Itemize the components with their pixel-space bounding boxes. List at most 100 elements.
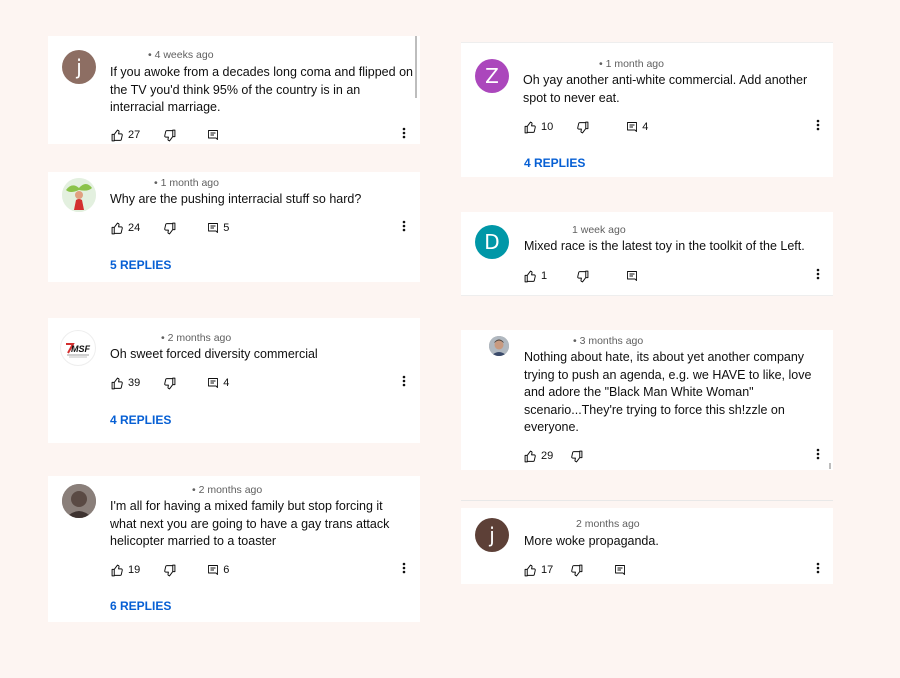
more-options-button[interactable] xyxy=(813,268,823,284)
comment-card: j 2 months ago More woke propaganda. 17 xyxy=(461,508,833,584)
more-vertical-icon xyxy=(816,267,820,285)
dislike-button[interactable] xyxy=(576,270,589,283)
like-count: 29 xyxy=(541,450,554,462)
comment-timestamp: • 2 months ago xyxy=(161,332,232,344)
like-button[interactable]: 1 xyxy=(524,270,547,283)
dislike-button[interactable] xyxy=(163,377,176,390)
reply-comment-icon xyxy=(207,222,219,235)
more-vertical-icon xyxy=(402,219,406,237)
avatar-image xyxy=(62,178,96,212)
reply-count: 4 xyxy=(642,121,649,133)
comment-text-line: Why are the pushing interracial stuff so… xyxy=(110,192,362,206)
like-button[interactable]: 27 xyxy=(111,129,140,142)
like-button[interactable]: 10 xyxy=(524,121,553,134)
avatar[interactable]: D xyxy=(475,225,509,259)
comment-text-line: trying to push an agenda, e.g. we HAVE t… xyxy=(524,367,812,382)
more-options-button[interactable] xyxy=(399,375,409,391)
more-options-button[interactable] xyxy=(813,119,823,135)
dislike-button[interactable] xyxy=(163,129,176,142)
reply-button[interactable] xyxy=(207,129,219,142)
view-replies-link[interactable]: 6 REPLIES xyxy=(110,599,171,613)
comment-timestamp: • 4 weeks ago xyxy=(148,49,214,61)
divider xyxy=(461,500,833,501)
comment-card: j • 4 weeks ago If you awoke from a deca… xyxy=(48,36,420,144)
dislike-button[interactable] xyxy=(570,564,583,577)
dislike-button[interactable] xyxy=(163,222,176,235)
reply-button[interactable]: 4 xyxy=(207,377,229,390)
like-count: 1 xyxy=(541,270,548,282)
comment-text: I'm all for having a mixed family but st… xyxy=(110,498,389,551)
comment-card: • 3 months ago Nothing about hate, its a… xyxy=(461,330,833,470)
comment-text-line: Oh yay another anti-white commercial. Ad… xyxy=(523,73,808,87)
view-replies-link[interactable]: 5 REPLIES xyxy=(110,258,171,272)
avatar[interactable]: MSF xyxy=(60,330,96,366)
comment-text-line: what next you are going to have a gay tr… xyxy=(110,516,390,531)
more-options-button[interactable] xyxy=(399,127,409,143)
avatar[interactable] xyxy=(62,484,96,518)
like-button[interactable]: 29 xyxy=(524,450,553,463)
avatar[interactable]: j xyxy=(475,518,509,552)
thumb-up-icon xyxy=(111,129,124,142)
comment-text-line: I'm all for having a mixed family but st… xyxy=(110,499,383,513)
reply-button[interactable]: 5 xyxy=(207,222,229,235)
comment-timestamp: • 3 months ago xyxy=(573,335,644,347)
thumb-up-icon xyxy=(524,270,537,283)
comment-timestamp: • 2 months ago xyxy=(192,484,263,496)
thumb-up-icon xyxy=(111,222,124,235)
reply-button[interactable]: 4 xyxy=(626,121,648,134)
reply-comment-icon xyxy=(207,377,219,390)
comment-card: MSF • 2 months ago Oh sweet forced diver… xyxy=(48,318,420,443)
like-count: 19 xyxy=(128,564,141,576)
reply-comment-icon xyxy=(626,121,638,134)
comment-actions: 17 xyxy=(524,562,645,578)
like-button[interactable]: 19 xyxy=(111,564,140,577)
comment-actions: 29 xyxy=(524,448,602,464)
comment-text: Oh sweet forced diversity commercial xyxy=(110,346,318,364)
svg-text:MSF: MSF xyxy=(71,344,91,354)
view-replies-link[interactable]: 4 REPLIES xyxy=(524,156,585,170)
like-count: 10 xyxy=(541,121,554,133)
comment-timestamp: 2 months ago xyxy=(576,518,640,530)
like-button[interactable]: 24 xyxy=(111,222,140,235)
reply-button[interactable] xyxy=(626,270,638,283)
thumb-up-icon xyxy=(524,121,537,134)
more-vertical-icon xyxy=(816,447,820,465)
avatar-letter: Z xyxy=(485,64,499,88)
view-replies-link[interactable]: 4 REPLIES xyxy=(110,413,171,427)
reply-count: 5 xyxy=(223,222,230,234)
like-button[interactable]: 17 xyxy=(524,564,553,577)
like-count: 39 xyxy=(128,377,141,389)
avatar-letter: D xyxy=(484,230,500,254)
like-count: 27 xyxy=(128,129,141,141)
thumb-up-icon xyxy=(111,564,124,577)
dislike-button[interactable] xyxy=(163,564,176,577)
reply-button[interactable]: 6 xyxy=(207,564,229,577)
scrollbar[interactable] xyxy=(829,463,831,469)
avatar[interactable] xyxy=(489,336,509,356)
comment-text-line: If you awoke from a decades long coma an… xyxy=(110,65,413,79)
avatar[interactable]: j xyxy=(62,50,96,84)
comment-text: If you awoke from a decades long coma an… xyxy=(110,64,413,117)
scrollbar[interactable] xyxy=(415,36,417,98)
reply-comment-icon xyxy=(626,270,638,283)
more-options-button[interactable] xyxy=(813,562,823,578)
dislike-button[interactable] xyxy=(570,450,583,463)
thumb-up-icon xyxy=(524,450,537,463)
comment-text-line: interracial marriage. xyxy=(110,100,221,114)
more-options-button[interactable] xyxy=(399,220,409,236)
avatar-letter: j xyxy=(76,55,82,79)
dislike-button[interactable] xyxy=(576,121,589,134)
avatar[interactable]: Z xyxy=(475,59,509,93)
more-options-button[interactable] xyxy=(399,562,409,578)
reply-button[interactable] xyxy=(614,564,626,577)
more-options-button[interactable] xyxy=(813,448,823,464)
comment-actions: 10 4 xyxy=(524,119,667,135)
comment-text: Mixed race is the latest toy in the tool… xyxy=(524,238,805,256)
avatar[interactable] xyxy=(62,178,96,212)
comment-actions: 27 xyxy=(111,127,238,143)
like-count: 17 xyxy=(541,564,554,576)
thumb-down-icon xyxy=(576,270,589,283)
comment-text-line: Nothing about hate, its about yet anothe… xyxy=(524,350,805,364)
more-vertical-icon xyxy=(402,126,406,144)
like-button[interactable]: 39 xyxy=(111,377,140,390)
